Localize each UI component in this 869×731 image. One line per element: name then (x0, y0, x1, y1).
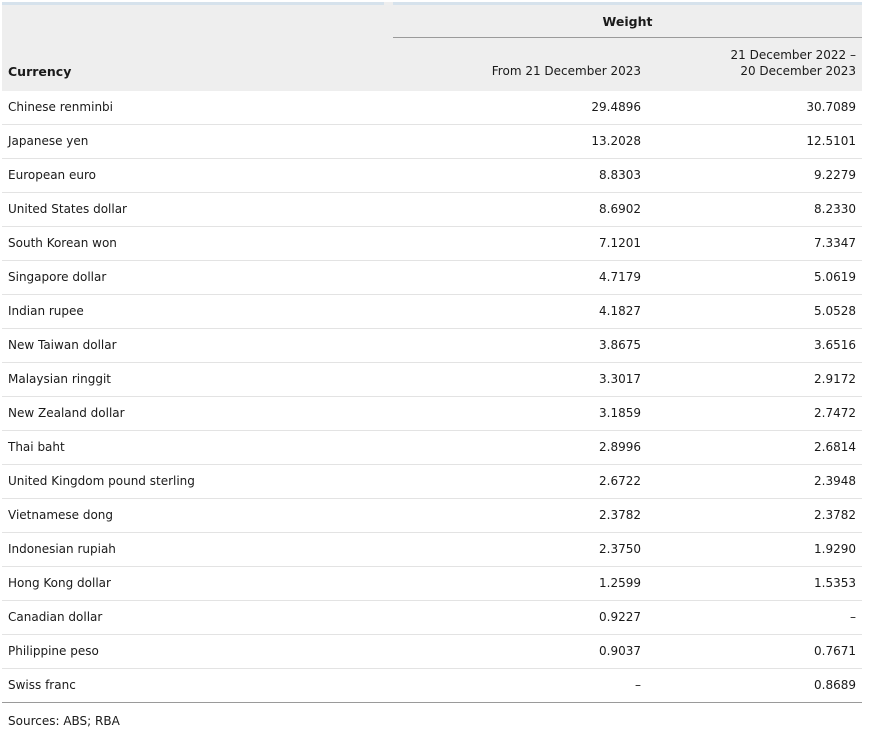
previous-weight-cell: 5.0619 (814, 270, 856, 284)
current-weight-cell: 1.2599 (599, 576, 641, 590)
previous-weight-cell: 0.7671 (814, 644, 856, 658)
currency-name-cell: European euro (8, 168, 96, 182)
previous-weight-cell: 2.9172 (814, 372, 856, 386)
previous-weight-heading-line-1: 21 December 2022 – (730, 48, 856, 62)
currency-column-heading: Currency (8, 64, 72, 79)
table-row: New Zealand dollar 3.1859 2.7472 (2, 397, 862, 431)
table-row: Indian rupee 4.1827 5.0528 (2, 295, 862, 329)
table-header: Weight Currency From 21 December 2023 21… (2, 2, 862, 91)
previous-weight-cell: 2.7472 (814, 406, 856, 420)
current-weight-cell: 4.7179 (599, 270, 641, 284)
current-weight-cell: 3.1859 (599, 406, 641, 420)
currency-name-cell: Philippine peso (8, 644, 99, 658)
sources-note: Sources: ABS; RBA (8, 714, 120, 728)
table-row: Philippine peso 0.9037 0.7671 (2, 635, 862, 669)
current-weight-cell: 3.3017 (599, 372, 641, 386)
current-weight-column-heading: From 21 December 2023 (491, 64, 641, 78)
table-row: South Korean won 7.1201 7.3347 (2, 227, 862, 261)
currency-name-cell: United States dollar (8, 202, 127, 216)
table-row: Thai baht 2.8996 2.6814 (2, 431, 862, 465)
current-weight-cell: 2.3782 (599, 508, 641, 522)
table-row: Malaysian ringgit 3.3017 2.9172 (2, 363, 862, 397)
previous-weight-cell: 3.6516 (814, 338, 856, 352)
currency-name-cell: Indian rupee (8, 304, 84, 318)
currency-name-cell: United Kingdom pound sterling (8, 474, 195, 488)
currency-name-cell: Malaysian ringgit (8, 372, 112, 386)
currency-name-cell: Indonesian rupiah (8, 542, 116, 556)
table-row: Singapore dollar 4.7179 5.0619 (2, 261, 862, 295)
table-row: New Taiwan dollar 3.8675 3.6516 (2, 329, 862, 363)
previous-weight-cell: – (850, 610, 856, 624)
table-row: Japanese yen 13.2028 12.5101 (2, 125, 862, 159)
header-top-rule (393, 2, 862, 5)
previous-weight-cell: 2.3948 (814, 474, 856, 488)
previous-weight-cell: 1.9290 (814, 542, 856, 556)
table-row: Swiss franc – 0.8689 (2, 669, 862, 703)
previous-weight-cell: 2.3782 (814, 508, 856, 522)
previous-weight-cell: 5.0528 (814, 304, 856, 318)
currency-name-cell: New Taiwan dollar (8, 338, 117, 352)
table-row: European euro 8.8303 9.2279 (2, 159, 862, 193)
previous-weight-cell: 8.2330 (814, 202, 856, 216)
current-weight-cell: 4.1827 (599, 304, 641, 318)
weights-table: Weight Currency From 21 December 2023 21… (2, 2, 862, 728)
currency-name-cell: Swiss franc (8, 678, 76, 692)
previous-weight-cell: 7.3347 (814, 236, 856, 250)
current-weight-cell: 2.8996 (599, 440, 641, 454)
table-row: Hong Kong dollar 1.2599 1.5353 (2, 567, 862, 601)
current-weight-cell: 3.8675 (599, 338, 641, 352)
current-weight-cell: 0.9037 (599, 644, 641, 658)
current-weight-cell: 0.9227 (599, 610, 641, 624)
currency-name-cell: Thai baht (8, 440, 65, 454)
previous-weight-cell: 30.7089 (806, 100, 856, 114)
current-weight-cell: 29.4896 (591, 100, 641, 114)
table-row: Canadian dollar 0.9227 – (2, 601, 862, 635)
previous-weight-cell: 12.5101 (806, 134, 856, 148)
current-weight-cell: 8.8303 (599, 168, 641, 182)
current-weight-cell: 8.6902 (599, 202, 641, 216)
table-row: Indonesian rupiah 2.3750 1.9290 (2, 533, 862, 567)
weight-group-rule (393, 37, 862, 38)
previous-weight-column-heading: 21 December 2022 – 20 December 2023 (731, 47, 856, 79)
current-weight-cell: 13.2028 (591, 134, 641, 148)
table-row: Chinese renminbi 29.4896 30.7089 (2, 91, 862, 125)
currency-name-cell: Singapore dollar (8, 270, 107, 284)
currency-name-cell: South Korean won (8, 236, 117, 250)
currency-name-cell: Vietnamese dong (8, 508, 114, 522)
table-row: United Kingdom pound sterling 2.6722 2.394… (2, 465, 862, 499)
currency-name-cell: Japanese yen (8, 134, 89, 148)
previous-weight-cell: 1.5353 (814, 576, 856, 590)
table-row: Vietnamese dong 2.3782 2.3782 (2, 499, 862, 533)
table-body: Chinese renminbi 29.4896 30.7089 Japanese y… (2, 91, 862, 703)
currency-name-cell: Canadian dollar (8, 610, 103, 624)
current-weight-cell: 7.1201 (599, 236, 641, 250)
weight-group-heading: Weight (602, 14, 653, 29)
previous-weight-heading-line-2: 20 December 2023 (740, 64, 856, 78)
header-top-rule (2, 2, 384, 5)
currency-name-cell: Chinese renminbi (8, 100, 113, 114)
table-row: United States dollar 8.6902 8.2330 (2, 193, 862, 227)
previous-weight-cell: 2.6814 (814, 440, 856, 454)
previous-weight-cell: 9.2279 (814, 168, 856, 182)
previous-weight-cell: 0.8689 (814, 678, 856, 692)
current-weight-cell: – (635, 678, 641, 692)
currency-name-cell: Hong Kong dollar (8, 576, 111, 590)
current-weight-cell: 2.3750 (599, 542, 641, 556)
current-weight-cell: 2.6722 (599, 474, 641, 488)
currency-name-cell: New Zealand dollar (8, 406, 125, 420)
